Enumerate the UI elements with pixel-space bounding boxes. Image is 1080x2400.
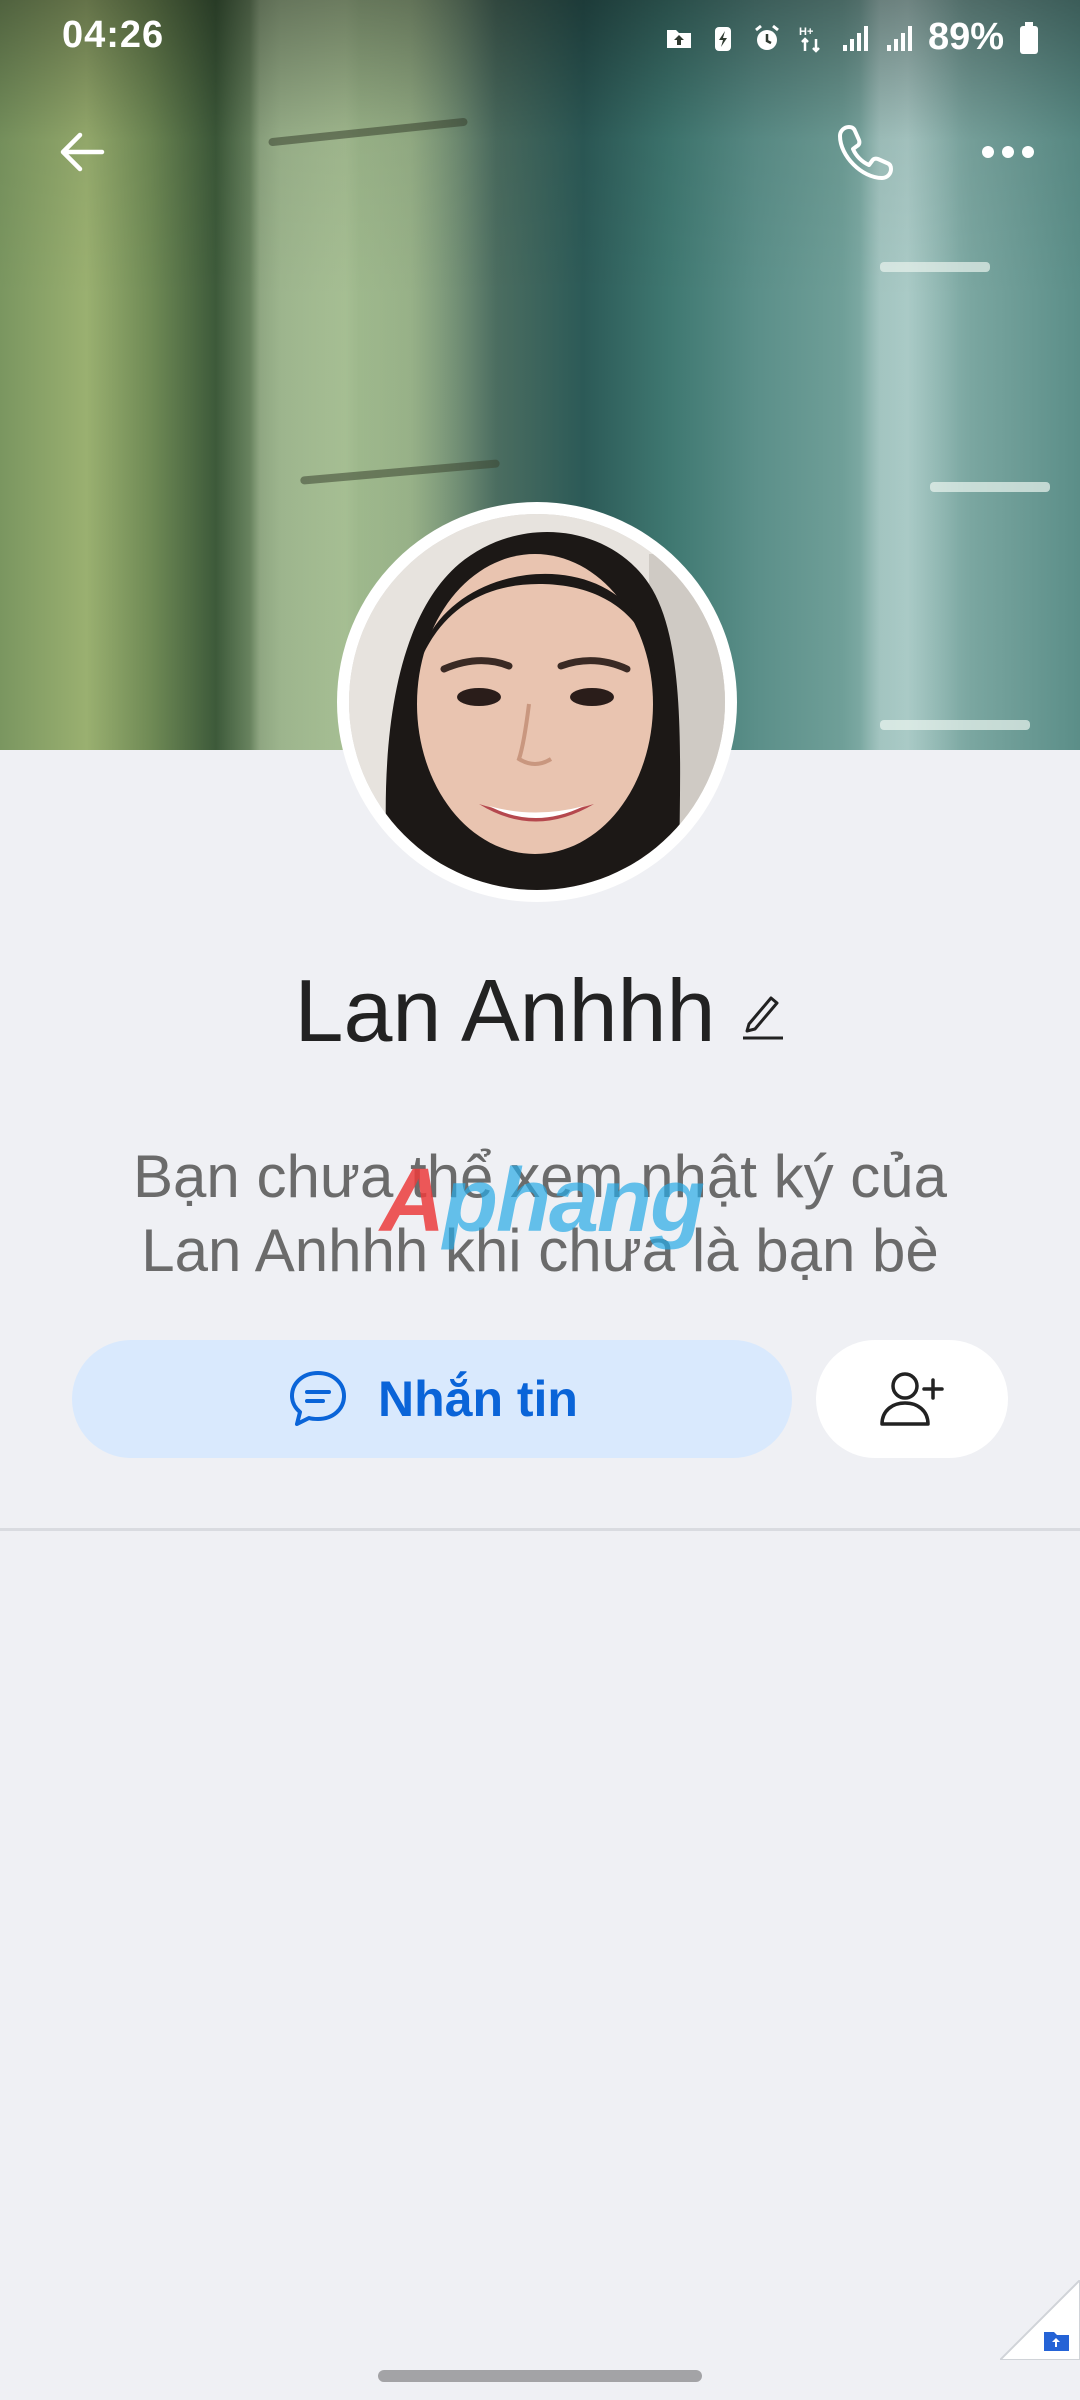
folder-upload-icon <box>997 2278 1080 2361</box>
profile-name-row: Lan Anhhh <box>0 960 1080 1062</box>
section-divider <box>0 1528 1080 1531</box>
call-button[interactable] <box>826 112 906 192</box>
battery-percentage: 89% <box>927 16 1004 58</box>
more-icon <box>982 146 1034 158</box>
alarm-icon <box>755 24 779 50</box>
floating-upload-button[interactable] <box>997 2278 1080 2361</box>
add-friend-icon <box>880 1372 944 1426</box>
profile-avatar[interactable] <box>337 502 737 902</box>
pencil-icon[interactable] <box>741 990 785 1042</box>
signal-icon <box>842 25 868 51</box>
message-button[interactable]: Nhắn tin <box>72 1340 792 1458</box>
status-icons: H+ 89% <box>664 16 1040 59</box>
watermark-logo: Aphang <box>380 1151 705 1251</box>
avatar-photo <box>349 514 725 890</box>
battery-saver-icon <box>714 26 731 51</box>
svg-text:H+: H+ <box>799 26 813 38</box>
folder-upload-icon <box>666 29 691 48</box>
back-button[interactable] <box>42 112 122 192</box>
back-arrow-icon <box>60 132 105 172</box>
status-bar: 04:26 H+ 89% <box>0 0 1080 78</box>
chat-bubble-icon <box>290 1371 346 1426</box>
home-indicator[interactable] <box>378 2370 702 2382</box>
phone-icon <box>838 125 893 180</box>
message-button-label: Nhắn tin <box>378 1371 578 1427</box>
signal-icon <box>886 25 912 51</box>
battery-icon <box>1020 21 1038 54</box>
data-transfer-icon: H+ <box>799 26 820 53</box>
status-time: 04:26 <box>62 14 165 56</box>
profile-name: Lan Anhhh <box>294 961 716 1060</box>
add-friend-button[interactable] <box>816 1340 1008 1458</box>
more-button[interactable] <box>968 112 1048 192</box>
